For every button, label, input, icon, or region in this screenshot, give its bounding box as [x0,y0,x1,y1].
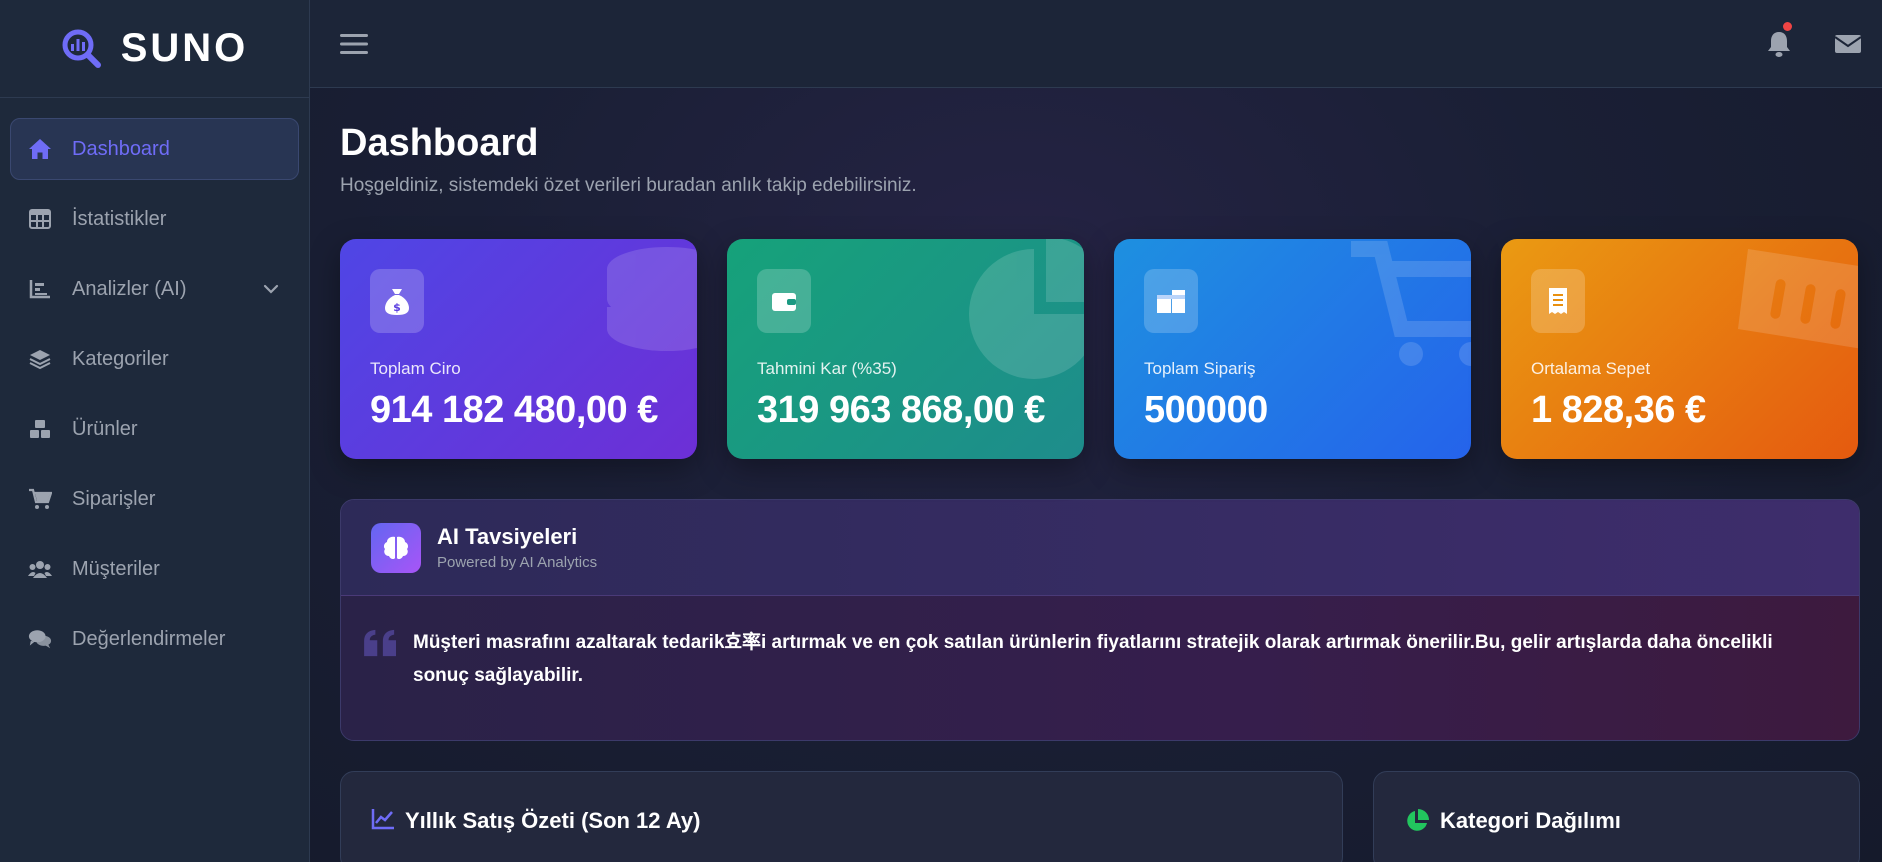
stat-value: 500000 [1144,389,1268,431]
cart-icon [1351,241,1471,366]
category-distribution-panel: Kategori Dağılımı [1373,771,1860,862]
boxes-icon [28,417,52,441]
sidebar-item-orders[interactable]: Siparişler [10,468,299,530]
sidebar-item-customers[interactable]: Müşteriler [10,538,299,600]
users-icon [28,557,52,581]
home-icon [28,137,52,161]
sidebar-item-analyses[interactable]: Analizler (AI) [10,258,299,320]
stat-value: 914 182 480,00 € [370,389,658,431]
sidebar-item-statistics[interactable]: İstatistikler [10,188,299,250]
basket-icon [1738,249,1858,349]
receipt-icon [1531,269,1585,333]
svg-text:$: $ [393,301,401,314]
chevron-down-icon[interactable] [261,279,281,299]
sidebar-item-reviews[interactable]: Değerlendirmeler [10,608,299,670]
wallet-icon [757,269,811,333]
notifications-button[interactable] [1766,21,1794,58]
table-icon [28,207,52,231]
stat-value: 319 963 868,00 € [757,389,1045,431]
panel-title: Yıllık Satış Özeti (Son 12 Ay) [405,808,701,833]
top-actions [1766,21,1862,58]
main-area: Dashboard Hoşgeldiniz, sistemdeki özet v… [310,0,1882,862]
sidebar-item-label: Siparişler [72,487,156,510]
layers-icon [28,347,52,371]
stat-card-total-revenue[interactable]: $ Toplam Ciro 914 182 480,00 € [340,239,697,459]
bottom-panels: Yıllık Satış Özeti (Son 12 Ay) Kategori … [340,771,1860,862]
page-title: Dashboard [340,122,539,164]
search-chart-icon [62,29,101,68]
annual-sales-panel: Yıllık Satış Özeti (Son 12 Ay) [340,771,1343,862]
chart-icon [28,277,52,301]
sidebar-item-products[interactable]: Ürünler [10,398,299,460]
bell-icon [1768,31,1790,57]
comments-icon [28,627,52,651]
sidebar-item-label: Analizler (AI) [72,277,187,300]
sidebar: SUNO Dashboard İstatistikler Analizler (… [0,0,310,862]
brand[interactable]: SUNO [0,0,309,98]
pie-chart-icon [1407,809,1429,831]
stats-row: $ Toplam Ciro 914 182 480,00 € Tahmini K… [340,239,1860,459]
quote-icon [364,629,396,657]
sidebar-item-label: İstatistikler [72,207,167,230]
brand-name: SUNO [120,26,249,70]
line-chart-icon [371,809,394,830]
cart-icon [28,487,52,511]
stat-value: 1 828,36 € [1531,389,1706,431]
sidebar-item-label: Dashboard [72,137,170,160]
sidebar-item-label: Kategoriler [72,347,169,370]
money-bag-icon: $ [370,269,424,333]
stat-card-total-orders[interactable]: Toplam Sipariş 500000 [1114,239,1471,459]
ai-card-subtitle: Powered by AI Analytics [437,554,598,571]
ai-recommendations-card: AI Tavsiyeleri Powered by AI Analytics M… [340,499,1860,741]
dashboard-content: Dashboard Hoşgeldiniz, sistemdeki özet v… [310,88,1882,862]
app-root: SUNO Dashboard İstatistikler Analizler (… [0,0,1882,862]
coins-icon [607,247,697,351]
mail-icon[interactable] [1834,33,1862,55]
page-subtitle: Hoşgeldiniz, sistemdeki özet verileri bu… [340,175,917,196]
sidebar-item-dashboard[interactable]: Dashboard [10,118,299,180]
sidebar-nav: Dashboard İstatistikler Analizler (AI) K… [0,98,309,698]
sidebar-item-categories[interactable]: Kategoriler [10,328,299,390]
stat-card-estimated-profit[interactable]: Tahmini Kar (%35) 319 963 868,00 € [727,239,1084,459]
sidebar-item-label: Değerlendirmeler [72,627,226,650]
ai-recommendation-text: Müşteri masrafını azaltarak tedarik효率i a… [413,632,1773,686]
ai-card-title: AI Tavsiyeleri [437,524,578,549]
pie-chart-icon [969,239,1084,379]
boxes-icon [1144,269,1198,333]
ai-card-header: AI Tavsiyeleri Powered by AI Analytics [341,500,1859,596]
ai-card-body: Müşteri masrafını azaltarak tedarik효率i a… [341,596,1859,740]
menu-icon[interactable] [340,32,368,56]
panel-title: Kategori Dağılımı [1440,808,1621,833]
stat-card-average-basket[interactable]: Ortalama Sepet 1 828,36 € [1501,239,1858,459]
notification-badge [1783,21,1792,31]
top-bar [310,0,1882,88]
brain-icon [371,522,421,573]
sidebar-item-label: Ürünler [72,417,138,440]
sidebar-item-label: Müşteriler [72,557,160,580]
